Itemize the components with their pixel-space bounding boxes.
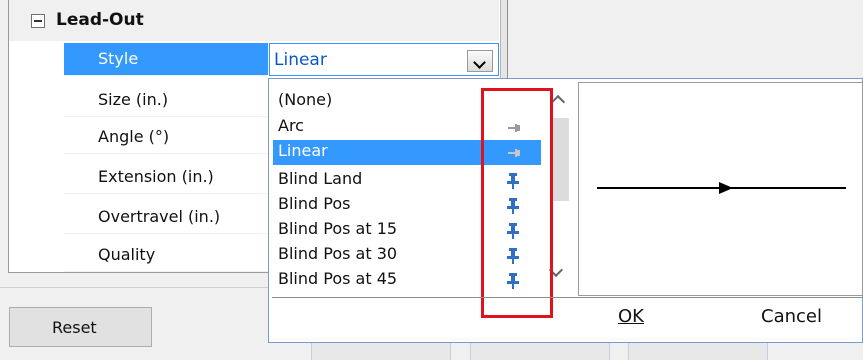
- lead-out-preview-icon: [597, 182, 846, 194]
- property-quality[interactable]: Quality: [64, 239, 268, 272]
- property-size[interactable]: Size (in.): [64, 84, 268, 117]
- preview-pane: [578, 82, 863, 296]
- highlight-box: [481, 88, 553, 318]
- property-label: Overtravel (in.): [98, 207, 221, 226]
- option-label: Blind Land: [278, 169, 363, 188]
- property-label: Size (in.): [98, 90, 169, 109]
- hidden-button[interactable]: [311, 340, 451, 360]
- option-label: Blind Pos at 15: [278, 219, 398, 238]
- reset-label: Reset: [52, 318, 97, 337]
- property-label: Angle (°): [98, 127, 170, 146]
- divider: [272, 297, 863, 298]
- property-style[interactable]: Style: [64, 43, 268, 76]
- property-overtravel[interactable]: Overtravel (in.): [64, 201, 268, 234]
- property-label: Extension (in.): [98, 167, 214, 186]
- hidden-button[interactable]: [470, 340, 610, 360]
- option-label: Blind Pos: [278, 194, 351, 213]
- property-label: Quality: [98, 245, 156, 264]
- option-label: Blind Pos at 30: [278, 244, 398, 263]
- option-label: (None): [278, 90, 333, 109]
- chevron-down-icon[interactable]: [467, 50, 493, 72]
- property-label: Style: [98, 49, 139, 68]
- option-label: Linear: [278, 141, 328, 160]
- reset-button[interactable]: Reset: [9, 307, 152, 347]
- ok-button[interactable]: OK: [618, 306, 644, 327]
- property-extension[interactable]: Extension (in.): [64, 161, 268, 194]
- style-value: Linear: [274, 50, 327, 70]
- cancel-label: Cancel: [761, 306, 822, 327]
- scrollbar-thumb[interactable]: [552, 118, 569, 201]
- collapse-icon[interactable]: [31, 14, 45, 28]
- divider: [0, 287, 270, 288]
- hidden-button[interactable]: [628, 340, 768, 360]
- option-label: Arc: [278, 116, 304, 135]
- ok-label: OK: [618, 306, 644, 327]
- property-angle[interactable]: Angle (°): [64, 121, 268, 154]
- cancel-button[interactable]: Cancel: [761, 306, 822, 327]
- group-label: Lead-Out: [56, 10, 144, 30]
- option-label: Blind Pos at 45: [278, 269, 398, 288]
